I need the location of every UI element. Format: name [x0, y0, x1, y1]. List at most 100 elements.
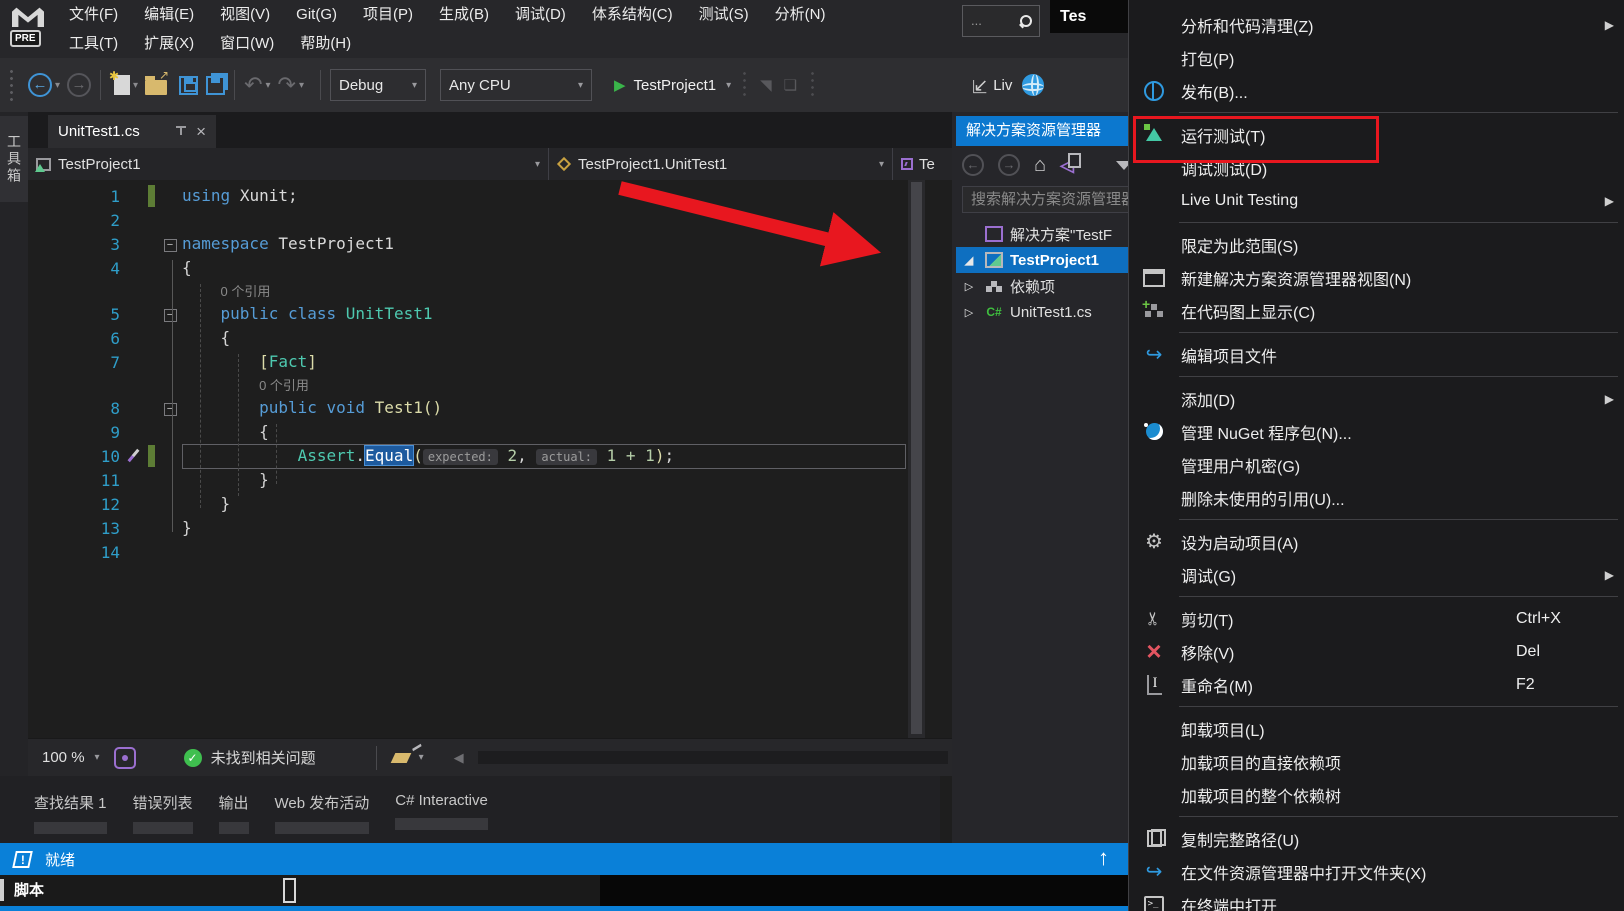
folding-margin[interactable]: [158, 399, 182, 417]
selection-tool-icon[interactable]: [760, 76, 772, 94]
menu-bar-item[interactable]: 生成(B): [426, 0, 502, 29]
pin-icon[interactable]: [176, 126, 186, 138]
code-cleanup-broom-icon[interactable]: [390, 753, 411, 763]
context-menu-item[interactable]: 加载项目的直接依赖项: [1129, 745, 1624, 778]
code-line[interactable]: 6 {: [28, 326, 908, 350]
bottom-panel-tab[interactable]: 输出: [219, 792, 249, 843]
code-line[interactable]: 1 using Xunit;: [28, 184, 908, 208]
background-window-tab[interactable]: 脚本: [0, 882, 44, 899]
toolbar-drag-handle[interactable]: [809, 70, 816, 100]
tree-expander-icon[interactable]: [956, 254, 982, 267]
code-line[interactable]: 13 }: [28, 516, 908, 540]
bottom-panel-tab[interactable]: C# Interactive: [395, 792, 488, 843]
code-line[interactable]: 8 public void Test1(): [28, 396, 908, 420]
menu-bar-item[interactable]: 帮助(H): [287, 29, 364, 58]
code-text[interactable]: 0 个引用: [182, 279, 906, 304]
code-line[interactable]: 0 个引用: [28, 374, 908, 396]
context-menu-item[interactable]: 加载项目的整个依赖树: [1129, 778, 1624, 811]
navbar-type-dropdown[interactable]: TestProject1.UnitTest1: [548, 148, 892, 180]
editor-horizontal-scrollbar[interactable]: [478, 751, 948, 764]
navigate-back-dropdown[interactable]: [55, 80, 60, 91]
toolbox-vertical-tab[interactable]: 工具箱: [0, 116, 28, 202]
code-line[interactable]: 14: [28, 540, 908, 564]
menu-bar-item[interactable]: Git(G): [283, 0, 350, 29]
undo-dropdown[interactable]: [266, 80, 271, 91]
context-menu-item[interactable]: Live Unit Testing: [1129, 184, 1624, 217]
configuration-dropdown[interactable]: Debug: [330, 69, 426, 101]
navbar-member-dropdown[interactable]: Te: [892, 148, 952, 180]
menu-bar-item[interactable]: 体系结构(C): [579, 0, 686, 29]
menu-bar-item[interactable]: 编辑(E): [131, 0, 207, 29]
code-line[interactable]: 3 namespace TestProject1: [28, 232, 908, 256]
code-line[interactable]: 0 个引用: [28, 280, 908, 302]
platform-dropdown[interactable]: Any CPU: [440, 69, 592, 101]
scroll-left-icon[interactable]: [454, 750, 464, 766]
toolbar-drag-handle[interactable]: [741, 70, 748, 100]
redo-dropdown[interactable]: [299, 80, 304, 91]
context-menu-item[interactable]: 调试(G): [1129, 558, 1624, 591]
editor-vertical-scrollbar[interactable]: [908, 180, 925, 738]
code-line[interactable]: 5 public class UnitTest1: [28, 302, 908, 326]
scrollbar-thumb[interactable]: [911, 182, 922, 734]
zoom-level-dropdown[interactable]: 100 %: [28, 739, 106, 776]
open-file-button[interactable]: [145, 80, 167, 95]
code-text[interactable]: {: [182, 326, 906, 350]
menu-bar-item[interactable]: 视图(V): [207, 0, 283, 29]
code-text[interactable]: }: [182, 468, 906, 492]
menu-bar-item[interactable]: 测试(S): [686, 0, 762, 29]
code-text[interactable]: using Xunit;: [182, 184, 906, 208]
start-debug-button[interactable]: TestProject1: [614, 76, 731, 94]
context-menu-item[interactable]: 管理用户机密(G): [1129, 448, 1624, 481]
folding-margin[interactable]: [158, 235, 182, 253]
context-menu-item[interactable]: 在文件资源管理器中打开文件夹(X): [1129, 855, 1624, 888]
redo-button[interactable]: [278, 72, 296, 98]
code-text[interactable]: }: [182, 516, 906, 540]
context-menu-item[interactable]: 移除(V) Del: [1129, 635, 1624, 668]
chevron-down-icon[interactable]: [419, 752, 424, 763]
context-menu-item[interactable]: 删除未使用的引用(U)...: [1129, 481, 1624, 514]
code-editor[interactable]: 1 using Xunit; 2 3 namespace TestProject: [28, 180, 908, 738]
bottom-panel-tab[interactable]: 错误列表: [133, 792, 193, 843]
new-file-dropdown[interactable]: [133, 80, 138, 91]
find-in-files-icon[interactable]: [784, 76, 797, 94]
web-browser-icon[interactable]: [1022, 74, 1044, 96]
code-line[interactable]: 2: [28, 208, 908, 232]
publish-up-arrow-icon[interactable]: [1098, 845, 1109, 871]
menu-bar-item[interactable]: 工具(T): [56, 29, 131, 58]
document-health-icon[interactable]: [114, 747, 136, 769]
code-line[interactable]: 9 {: [28, 420, 908, 444]
folding-margin[interactable]: [158, 305, 182, 323]
code-text[interactable]: [Fact]: [182, 350, 906, 374]
context-menu-item[interactable]: 重命名(M) F2: [1129, 668, 1624, 701]
tree-expander-icon[interactable]: [956, 280, 982, 293]
context-menu-item[interactable]: 卸载项目(L): [1129, 712, 1624, 745]
bottom-panel-tab[interactable]: Web 发布活动: [275, 792, 370, 843]
menu-bar-item[interactable]: 分析(N): [762, 0, 839, 29]
code-text[interactable]: {: [182, 256, 906, 280]
navbar-project-dropdown[interactable]: TestProject1: [28, 148, 548, 180]
home-icon[interactable]: [1034, 154, 1046, 177]
context-menu-item[interactable]: 编辑项目文件: [1129, 338, 1624, 371]
search-icon[interactable]: [1019, 15, 1031, 27]
navigate-back-button[interactable]: [28, 73, 52, 97]
context-menu-item[interactable]: 分析和代码清理(Z): [1129, 8, 1624, 41]
context-menu-item[interactable]: 打包(P): [1129, 41, 1624, 74]
menu-bar-item[interactable]: 窗口(W): [207, 29, 287, 58]
context-menu-item[interactable]: 在终端中打开: [1129, 888, 1624, 911]
menu-bar-item[interactable]: 调试(D): [502, 0, 579, 29]
code-line[interactable]: 10 Assert.Equal(expected: 2, actual: 1 +…: [28, 444, 908, 468]
live-share-icon[interactable]: [972, 75, 987, 96]
back-button[interactable]: [962, 154, 984, 176]
context-menu-item[interactable]: 在代码图上显示(C): [1129, 294, 1624, 327]
context-menu-item[interactable]: 新建解决方案资源管理器视图(N): [1129, 261, 1624, 294]
menu-bar-item[interactable]: 项目(P): [350, 0, 426, 29]
bottom-panel-tab[interactable]: 查找结果 1: [34, 792, 107, 843]
forward-button[interactable]: [998, 154, 1020, 176]
save-button[interactable]: [179, 76, 198, 95]
menu-bar-item[interactable]: 文件(F): [56, 0, 131, 29]
code-line[interactable]: 4 {: [28, 256, 908, 280]
context-menu-item[interactable]: 设为启动项目(A): [1129, 525, 1624, 558]
menu-bar-item[interactable]: 扩展(X): [131, 29, 207, 58]
code-text[interactable]: {: [182, 420, 906, 444]
context-menu-item[interactable]: 限定为此范围(S): [1129, 228, 1624, 261]
